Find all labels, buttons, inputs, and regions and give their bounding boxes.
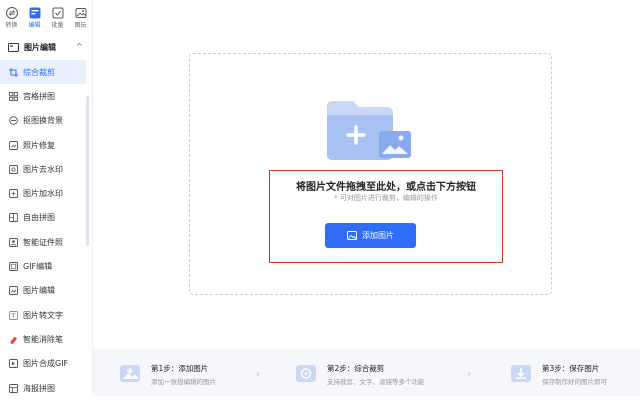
free-collage-icon — [9, 213, 18, 223]
menu-item-label: 图片合成GIF — [23, 359, 69, 369]
convert-icon — [5, 7, 18, 19]
image-to-text-icon — [9, 310, 18, 320]
menu-item-label: 图片编辑 — [23, 286, 55, 296]
drop-subtitle: * 可对图片进行裁剪，编辑的操作 — [334, 194, 438, 202]
menu-item-remove-watermark[interactable]: 图片去水印 — [0, 157, 86, 181]
chevron-right-icon: › — [256, 367, 261, 380]
drop-instruction: 将图片文件拖拽至此处，或点击下方按钮 — [296, 182, 476, 193]
nav-batch[interactable]: 批量 — [46, 0, 69, 34]
menu-item-grid-collage[interactable]: 宫格拼图 — [0, 84, 86, 108]
steps-bar: 第1步：添加图片 添加一张想编辑的图片 › 第2步：综合裁剪 支持裁剪、文字、滤… — [93, 349, 640, 396]
step-2: 第2步：综合裁剪 支持裁剪、文字、滤镜等多个功能 — [295, 349, 465, 396]
add-image-button[interactable]: 添加图片 — [325, 223, 416, 248]
chevron-up-icon[interactable]: ^ — [76, 42, 83, 51]
menu-item-photo-repair[interactable]: 照片修复 — [0, 133, 86, 157]
grid-icon — [9, 91, 18, 101]
menu-item-smart-eraser[interactable]: 智能消除笔 — [0, 327, 86, 351]
menu-item-label: 图片去水印 — [23, 164, 63, 174]
crop-step-icon — [296, 365, 316, 382]
gif-icon — [9, 262, 18, 271]
menu-item-free-collage[interactable]: 自由拼图 — [0, 206, 86, 230]
eraser-icon — [10, 336, 17, 344]
photo-repair-icon — [9, 140, 18, 150]
images-to-gif-icon — [9, 359, 18, 369]
step-title: 第1步：添加图片 — [151, 364, 209, 373]
id-photo-icon — [9, 237, 18, 247]
menu-item-crop[interactable]: 综合裁剪 — [0, 60, 86, 85]
edit-icon — [29, 7, 40, 19]
nav-image-play-label: 图玩 — [74, 22, 87, 29]
menu-item-label: 宫格拼图 — [23, 91, 55, 101]
menu-item-label: 智能消除笔 — [23, 334, 63, 344]
main-area: 将图片文件拖拽至此处，或点击下方按钮 * 可对图片进行裁剪，编辑的操作 添加图片… — [93, 0, 640, 396]
nav-batch-label: 批量 — [51, 22, 64, 29]
add-image-label: 添加图片 — [362, 231, 394, 240]
section-title: 图片编辑 — [24, 42, 56, 52]
nav-convert[interactable]: 转换 — [0, 0, 23, 34]
batch-icon — [52, 7, 63, 19]
remove-watermark-icon — [9, 164, 18, 174]
menu-item-label: 图片加水印 — [23, 189, 63, 199]
crop-icon — [9, 67, 18, 77]
section-header-image-edit[interactable]: 图片编辑 ^ — [0, 38, 92, 56]
step-title: 第3步：保存图片 — [542, 364, 600, 373]
step-desc: 支持裁剪、文字、滤镜等多个功能 — [327, 378, 425, 386]
menu-item-image-edit[interactable]: 图片编辑 — [0, 279, 86, 303]
poster-icon — [9, 383, 18, 393]
nav-convert-label: 转换 — [5, 22, 18, 29]
step-desc: 添加一张想编辑的图片 — [151, 378, 216, 386]
menu-item-label: 自由拼图 — [23, 213, 55, 223]
top-nav: 转换 编辑 批量 图玩 — [0, 0, 92, 34]
menu-item-label: 图片转文字 — [23, 310, 63, 320]
image-edit-icon — [9, 286, 18, 296]
menu-item-poster-collage[interactable]: 海报拼图 — [0, 376, 86, 400]
sidebar: 转换 编辑 批量 图玩 图片编辑 ^ 综合裁剪 宫格拼图 抠图换背景 照片修复 … — [0, 0, 93, 396]
step-3: 第3步：保存图片 保存制作好的图片即可 — [510, 349, 638, 396]
step-desc: 保存制作好的图片即可 — [542, 378, 607, 386]
menu-item-cutout-background[interactable]: 抠图换背景 — [0, 109, 86, 133]
menu-item-label: 海报拼图 — [23, 383, 55, 393]
step-1: 第1步：添加图片 添加一张想编辑的图片 — [119, 349, 269, 396]
save-image-step-icon — [511, 365, 531, 382]
menu-item-label: 照片修复 — [23, 140, 55, 150]
image-icon — [347, 231, 357, 240]
menu-item-label: 智能证件照 — [23, 237, 63, 247]
tool-menu: 综合裁剪 宫格拼图 抠图换背景 照片修复 图片去水印 图片加水印 自由拼图 智能… — [0, 60, 86, 400]
sidebar-scrollbar[interactable] — [86, 96, 89, 246]
nav-image-play[interactable]: 图玩 — [69, 0, 92, 34]
menu-item-images-to-gif[interactable]: 图片合成GIF — [0, 352, 86, 376]
step-title: 第2步：综合裁剪 — [327, 364, 385, 373]
menu-item-image-to-text[interactable]: 图片转文字 — [0, 303, 86, 327]
chevron-right-icon: › — [467, 367, 472, 380]
menu-item-id-photo[interactable]: 智能证件照 — [0, 230, 86, 254]
image-play-icon — [75, 8, 86, 18]
nav-edit[interactable]: 编辑 — [23, 0, 46, 34]
add-image-step-icon — [120, 365, 140, 382]
add-watermark-icon — [9, 189, 18, 199]
menu-item-add-watermark[interactable]: 图片加水印 — [0, 181, 86, 205]
nav-edit-label: 编辑 — [28, 22, 41, 29]
image-edit-section-icon — [8, 42, 19, 52]
menu-item-label: GIF编辑 — [23, 262, 53, 272]
menu-item-label: 抠图换背景 — [23, 116, 63, 126]
menu-item-label: 综合裁剪 — [23, 67, 55, 77]
cutout-icon — [9, 116, 18, 125]
menu-item-gif-edit[interactable]: GIF编辑 — [0, 254, 86, 278]
folder-upload-icon — [327, 101, 411, 160]
